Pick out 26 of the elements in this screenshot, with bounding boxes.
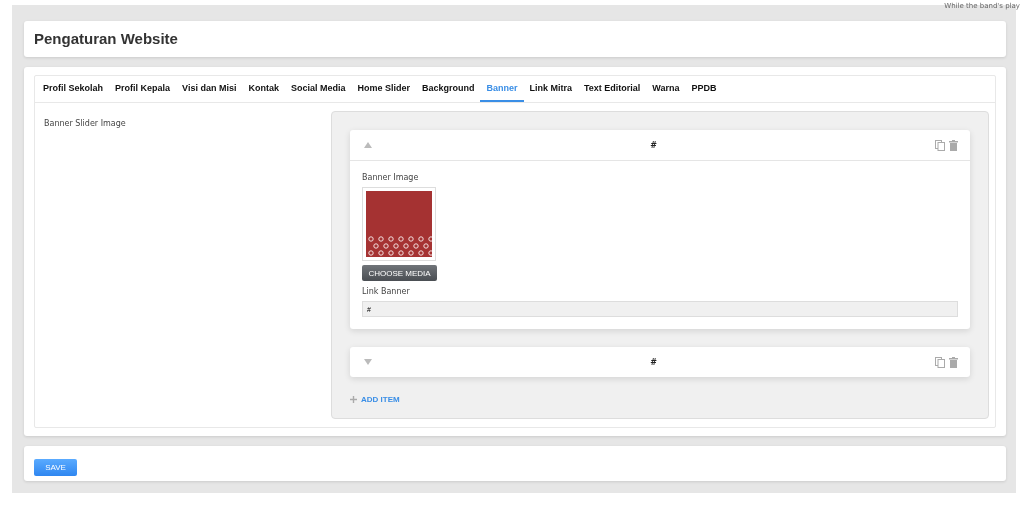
choose-media-button[interactable]: CHOOSE MEDIA: [362, 265, 437, 281]
page-title: Pengaturan Website: [34, 29, 179, 49]
tab[interactable]: Link Mitra: [523, 76, 578, 102]
field-label: Banner Image: [362, 173, 419, 182]
tab[interactable]: Warna: [646, 76, 686, 102]
section-label: Banner Slider Image: [44, 119, 126, 128]
tab[interactable]: Kontak: [242, 76, 285, 102]
tab[interactable]: Social Media: [284, 76, 352, 102]
tab[interactable]: Home Slider: [351, 76, 416, 102]
tab[interactable]: Profil Kepala: [109, 76, 177, 102]
copy-icon[interactable]: [933, 139, 947, 151]
tab[interactable]: Text Editorial: [578, 76, 647, 102]
item-title: #: [649, 140, 658, 150]
field-label: Link Banner: [362, 287, 410, 296]
tab[interactable]: Visi dan Misi: [176, 76, 243, 102]
tab[interactable]: Profil Sekolah: [37, 76, 110, 102]
plus-icon: [350, 396, 357, 403]
copy-icon[interactable]: [933, 356, 947, 368]
expand-triangle-icon[interactable]: [362, 359, 374, 365]
tab[interactable]: Banner: [480, 76, 524, 102]
tab[interactable]: PPDB: [685, 76, 723, 102]
item-title: #: [649, 357, 658, 367]
trash-icon[interactable]: [947, 139, 960, 151]
trash-icon[interactable]: [947, 356, 960, 368]
tab[interactable]: Background: [415, 76, 481, 102]
collapse-triangle-icon[interactable]: [362, 142, 374, 148]
